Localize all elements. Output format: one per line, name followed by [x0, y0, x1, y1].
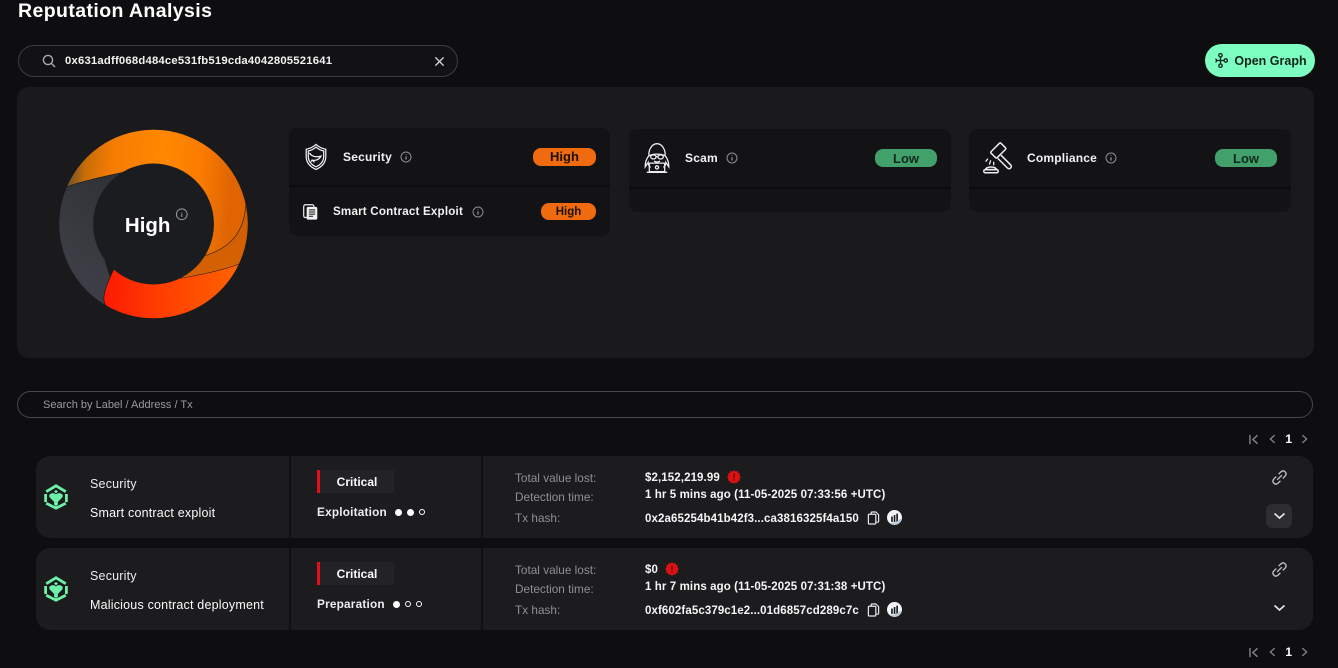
svg-text:i: i	[181, 212, 183, 219]
svg-text:High: High	[125, 214, 170, 237]
